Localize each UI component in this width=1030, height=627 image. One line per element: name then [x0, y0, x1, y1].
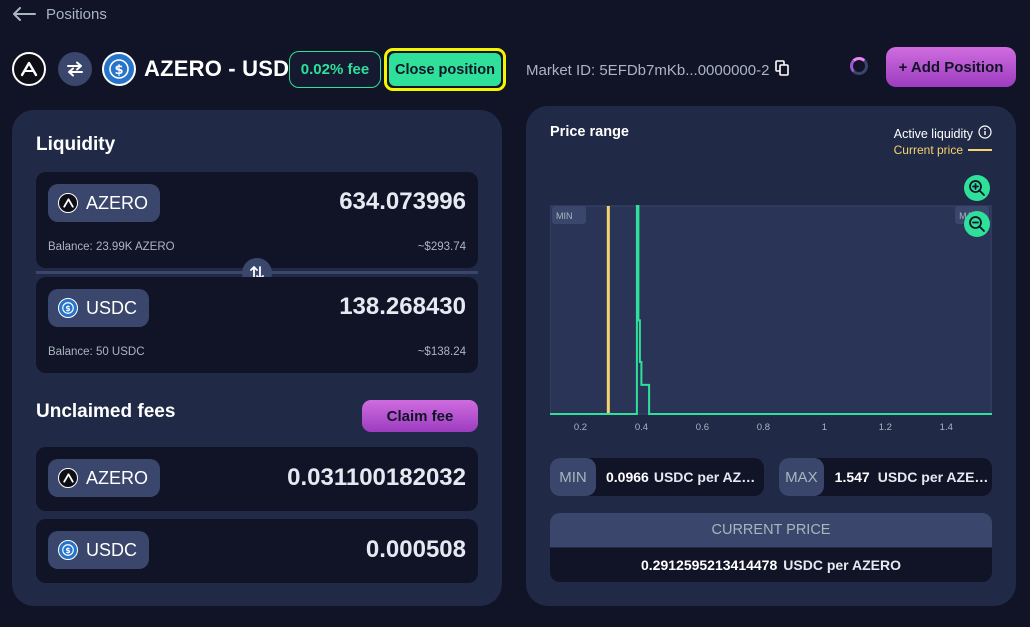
swap-tokens-button[interactable]: [58, 52, 92, 86]
close-position-button[interactable]: Close position: [384, 48, 506, 91]
unclaimed-amount-azero: 0.031100182032: [287, 464, 466, 491]
unclaimed-azero-box: AZERO 0.031100182032: [36, 447, 478, 511]
current-price-label: CURRENT PRICE: [550, 513, 992, 547]
usd-value-usdc: ~$138.24: [417, 346, 466, 358]
max-price-field[interactable]: MAX 1.547 USDC per AZERO: [779, 458, 992, 496]
market-id: Market ID: 5EFDb7mKb...0000000-2: [526, 60, 790, 80]
active-liquidity-legend: Active liquidity: [894, 125, 992, 142]
zoom-out-button[interactable]: [964, 211, 990, 237]
info-icon[interactable]: [978, 125, 992, 142]
market-id-text: Market ID: 5EFDb7mKb...0000000-2: [526, 61, 770, 79]
position-header: $ AZERO - USDC 0.02% fee Close position …: [12, 47, 1018, 91]
token-pill-usdc: $ USDC: [48, 531, 150, 569]
fee-badge: 0.02% fee: [289, 51, 381, 88]
max-label: MAX: [779, 458, 824, 496]
price-range-panel: Price range Active liquidity Current pri…: [526, 106, 1016, 606]
back-label: Positions: [46, 5, 107, 23]
liquidity-amount-azero: 634.073996: [339, 188, 466, 215]
token-pill-usdc[interactable]: $ USDC: [48, 289, 150, 327]
usdc-logo-icon: $: [58, 298, 78, 318]
max-value: 1.547: [834, 469, 870, 485]
unclaimed-fees-title: Unclaimed fees: [36, 401, 176, 422]
back-to-positions[interactable]: Positions: [12, 4, 107, 24]
min-unit: USDC per AZERO: [653, 469, 756, 485]
token-symbol: AZERO: [86, 467, 149, 488]
azero-logo-icon: [58, 193, 78, 213]
balance-azero: Balance: 23.99K AZERO: [48, 241, 175, 253]
liquidity-amount-usdc: 138.268430: [339, 293, 466, 320]
zoom-in-icon: [969, 180, 985, 196]
liquidity-title: Liquidity: [36, 134, 116, 155]
x-tick-label: 0.8: [757, 422, 770, 433]
current-price-legend-label: Current price: [893, 143, 963, 157]
token-symbol: USDC: [86, 297, 138, 318]
liquidity-chart[interactable]: MINMAX0.20.40.60.811.21.4: [550, 194, 992, 434]
azero-logo-icon: [12, 52, 46, 86]
current-price-unit: USDC per AZERO: [783, 557, 901, 573]
svg-text:$: $: [65, 546, 70, 555]
x-tick-label: 0.6: [696, 422, 709, 433]
unclaimed-usdc-box: $ USDC 0.000508: [36, 519, 478, 583]
selected-range-area: [550, 205, 992, 415]
x-tick-label: 1.2: [879, 422, 892, 433]
swap-arrows-icon: [67, 61, 83, 77]
usdc-logo-icon: $: [102, 52, 136, 86]
usd-value-azero: ~$293.74: [417, 241, 466, 253]
close-position-label: Close position: [389, 53, 501, 86]
current-price-value: 0.2912595213414478: [641, 557, 778, 573]
price-range-title: Price range: [550, 124, 629, 140]
current-price-box: 0.2912595213414478 USDC per AZERO: [550, 548, 992, 582]
x-tick-label: 0.2: [574, 422, 587, 433]
min-range-tag: MIN: [556, 211, 573, 221]
active-liquidity-label: Active liquidity: [893, 126, 973, 141]
zoom-out-icon: [969, 216, 985, 232]
azero-logo-icon: [58, 468, 78, 488]
add-position-button[interactable]: + Add Position: [886, 47, 1016, 87]
zoom-in-button[interactable]: [964, 175, 990, 201]
min-value: 0.0966: [606, 469, 649, 485]
liquidity-panel: Liquidity AZERO 634.073996 Balance: 23.9…: [12, 110, 502, 606]
min-label: MIN: [550, 458, 596, 496]
x-tick-label: 1: [822, 422, 827, 433]
liquidity-usdc-box: $ USDC 138.268430 Balance: 50 USDC ~$138…: [36, 277, 478, 373]
claim-fee-button[interactable]: Claim fee: [362, 400, 478, 432]
token-symbol: USDC: [86, 539, 138, 560]
svg-text:$: $: [114, 63, 123, 78]
pair-title: AZERO - USDC: [144, 56, 306, 81]
refresh-loading-icon: [850, 57, 868, 75]
current-price-legend: Current price: [894, 143, 992, 157]
liquidity-azero-box: AZERO 634.073996 Balance: 23.99K AZERO ~…: [36, 172, 478, 268]
min-price-field[interactable]: MIN 0.0966 USDC per AZERO: [550, 458, 764, 496]
balance-usdc: Balance: 50 USDC: [48, 346, 145, 358]
svg-text:$: $: [65, 304, 70, 313]
max-unit: USDC per AZERO: [877, 469, 992, 485]
unclaimed-amount-usdc: 0.000508: [365, 536, 466, 563]
copy-icon[interactable]: [775, 60, 790, 80]
token-pill-azero[interactable]: AZERO: [48, 184, 161, 222]
current-price-legend-line: [968, 149, 992, 151]
token-symbol: AZERO: [86, 192, 149, 213]
x-tick-label: 0.4: [635, 422, 648, 433]
usdc-logo-icon: $: [58, 540, 78, 560]
current-price-line: [606, 206, 610, 414]
x-tick-label: 1.4: [940, 422, 953, 433]
arrow-left-icon: [12, 7, 36, 21]
token-pill-azero: AZERO: [48, 459, 161, 497]
